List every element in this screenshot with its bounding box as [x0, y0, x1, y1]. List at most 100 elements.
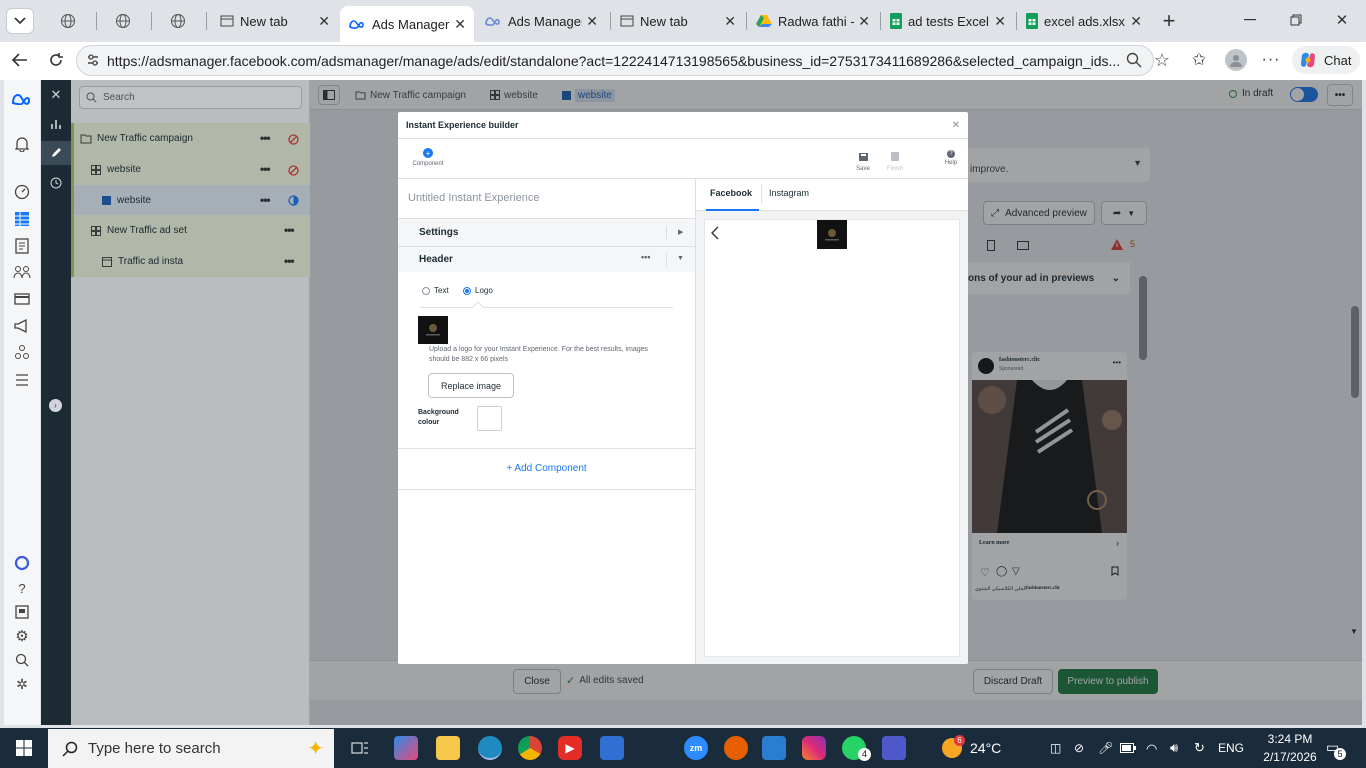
bug-report-icon[interactable]: ✲: [12, 674, 32, 694]
network-warning-icon[interactable]: ⊘: [1074, 741, 1084, 755]
replace-image-button[interactable]: Replace image: [428, 373, 514, 398]
browser-tab-ads-manager-2[interactable]: Ads Manager - ✕: [476, 7, 606, 35]
whatsapp-badge: 4: [858, 748, 871, 761]
zoom-search-icon[interactable]: [1124, 50, 1144, 70]
modal-close-icon[interactable]: ✕: [952, 120, 960, 131]
volume-icon[interactable]: 🔊︎: [1170, 740, 1178, 756]
profile-avatar-icon[interactable]: [1225, 49, 1247, 71]
history-clock-icon[interactable]: [47, 174, 65, 192]
header-section-header[interactable]: Header ••• ▼: [398, 247, 695, 272]
youtube-icon[interactable]: ▶: [558, 736, 582, 760]
taskbar-search-box[interactable]: Type here to search ✦: [48, 729, 334, 768]
close-tab-icon[interactable]: ✕: [318, 13, 330, 30]
dashboard-gauge-icon[interactable]: [12, 182, 32, 202]
minimize-icon[interactable]: [1240, 12, 1260, 28]
meet-now-icon[interactable]: ◫: [1050, 741, 1061, 755]
tab-instagram[interactable]: Instagram: [769, 188, 809, 198]
address-bar[interactable]: https://adsmanager.facebook.com/adsmanag…: [76, 45, 1154, 76]
browser-tab-drive[interactable]: Radwa fathi - ( ✕: [748, 7, 878, 35]
site-info-icon[interactable]: [84, 51, 102, 69]
mail-app-icon[interactable]: [600, 736, 624, 760]
reports-icon[interactable]: [12, 236, 32, 256]
weather-temp[interactable]: 24°C: [970, 740, 1001, 756]
firefox-icon[interactable]: [724, 736, 748, 760]
tab-facebook[interactable]: Facebook: [710, 188, 752, 198]
browser-tab-sheets-2[interactable]: excel ads.xlsx - ✕: [1018, 7, 1150, 35]
component-tool-label: Component: [412, 161, 444, 167]
ads-megaphone-icon[interactable]: [12, 316, 32, 336]
copilot-chat-button[interactable]: Chat: [1292, 46, 1360, 74]
finish-tool[interactable]: Finish: [882, 150, 908, 172]
more-menu-icon[interactable]: ···: [1260, 50, 1282, 70]
help-question-icon[interactable]: ?: [12, 578, 32, 598]
close-tab-icon[interactable]: ✕: [858, 13, 870, 30]
browser-tab-new-tab-1[interactable]: New tab ✕: [212, 7, 338, 35]
feedback-icon[interactable]: [12, 602, 32, 622]
edit-pencil-icon[interactable]: [41, 141, 71, 165]
sync-icon[interactable]: ↻: [1194, 740, 1205, 756]
business-settings-icon[interactable]: [12, 342, 32, 362]
browser-tab-2[interactable]: [107, 7, 143, 35]
meta-logo-icon[interactable]: [10, 90, 34, 108]
instagram-app-icon[interactable]: [802, 736, 826, 760]
campaigns-table-icon[interactable]: [12, 209, 32, 229]
close-editor-icon[interactable]: ✕: [47, 86, 65, 104]
tab-search-chevron-icon[interactable]: [6, 8, 34, 34]
back-arrow-icon[interactable]: [10, 50, 30, 70]
all-tools-menu-icon[interactable]: [12, 370, 32, 390]
radio-text-option[interactable]: Text: [422, 286, 449, 295]
wifi-icon[interactable]: ◠: [1146, 741, 1157, 757]
add-component-tool[interactable]: + Component: [408, 148, 448, 167]
radio-logo-circle[interactable]: [463, 286, 471, 295]
chart-view-icon[interactable]: [47, 115, 65, 133]
reload-icon[interactable]: [46, 50, 66, 70]
task-view-icon[interactable]: [348, 736, 372, 760]
meta-ai-circle-icon[interactable]: [12, 553, 32, 573]
file-explorer-icon[interactable]: [436, 736, 460, 760]
restore-icon[interactable]: [1286, 12, 1306, 28]
chrome-icon[interactable]: [518, 736, 542, 760]
settings-gear-icon[interactable]: ⚙: [12, 626, 32, 646]
billing-card-icon[interactable]: [12, 289, 32, 309]
search-tool-icon[interactable]: [12, 650, 32, 670]
teams-app-icon[interactable]: [882, 736, 906, 760]
help-tool[interactable]: ? Help: [938, 150, 964, 166]
close-tab-icon[interactable]: ✕: [1130, 13, 1142, 30]
add-component-link[interactable]: + Add Component: [398, 463, 695, 474]
preview-back-chevron-icon[interactable]: [711, 226, 719, 240]
settings-section-header[interactable]: Settings ▶: [398, 219, 695, 246]
favorites-icon[interactable]: ✩: [1188, 50, 1210, 70]
radio-text-circle[interactable]: [422, 286, 430, 295]
experience-name-input[interactable]: Untitled Instant Experience: [408, 192, 539, 204]
phone-preview-screen: [704, 219, 960, 657]
expand-panel-icon[interactable]: ›: [49, 399, 62, 412]
audiences-icon[interactable]: [12, 262, 32, 282]
browser-tab-3[interactable]: [162, 7, 198, 35]
close-tab-icon[interactable]: ✕: [994, 13, 1006, 30]
clock-time[interactable]: 3:24 PM: [1262, 732, 1318, 746]
header-more-icon[interactable]: •••: [641, 252, 650, 262]
new-tab-plus-icon[interactable]: +: [1158, 8, 1180, 33]
copilot-app-icon[interactable]: [394, 736, 418, 760]
zoom-app-icon[interactable]: zm: [684, 736, 708, 760]
browser-tab-new-tab-2[interactable]: New tab ✕: [612, 7, 744, 35]
background-colour-swatch[interactable]: [477, 406, 502, 431]
save-tool[interactable]: Save: [850, 150, 876, 172]
windows-start-icon[interactable]: [14, 738, 34, 758]
word-app-icon[interactable]: [762, 736, 786, 760]
notifications-bell-icon[interactable]: [12, 134, 32, 154]
battery-icon[interactable]: [1120, 743, 1136, 753]
browser-tab-ads-manager-active[interactable]: Ads Manager - ✕: [340, 6, 474, 42]
language-indicator[interactable]: ENG: [1218, 741, 1244, 755]
browser-tab-1[interactable]: [52, 7, 88, 35]
close-tab-icon[interactable]: ✕: [586, 13, 598, 30]
clock-date[interactable]: 2/17/2026: [1258, 750, 1322, 764]
radio-logo-option[interactable]: Logo: [463, 286, 493, 295]
close-tab-icon[interactable]: ✕: [454, 16, 466, 33]
microphone-icon[interactable]: 🎤︎: [1098, 741, 1113, 755]
close-tab-icon[interactable]: ✕: [724, 13, 736, 30]
browser-tab-sheets-1[interactable]: ad tests Excel s ✕: [882, 7, 1014, 35]
favorite-star-icon[interactable]: ☆: [1152, 50, 1172, 70]
close-window-icon[interactable]: ✕: [1332, 11, 1352, 29]
edge-browser-icon[interactable]: [478, 736, 502, 760]
